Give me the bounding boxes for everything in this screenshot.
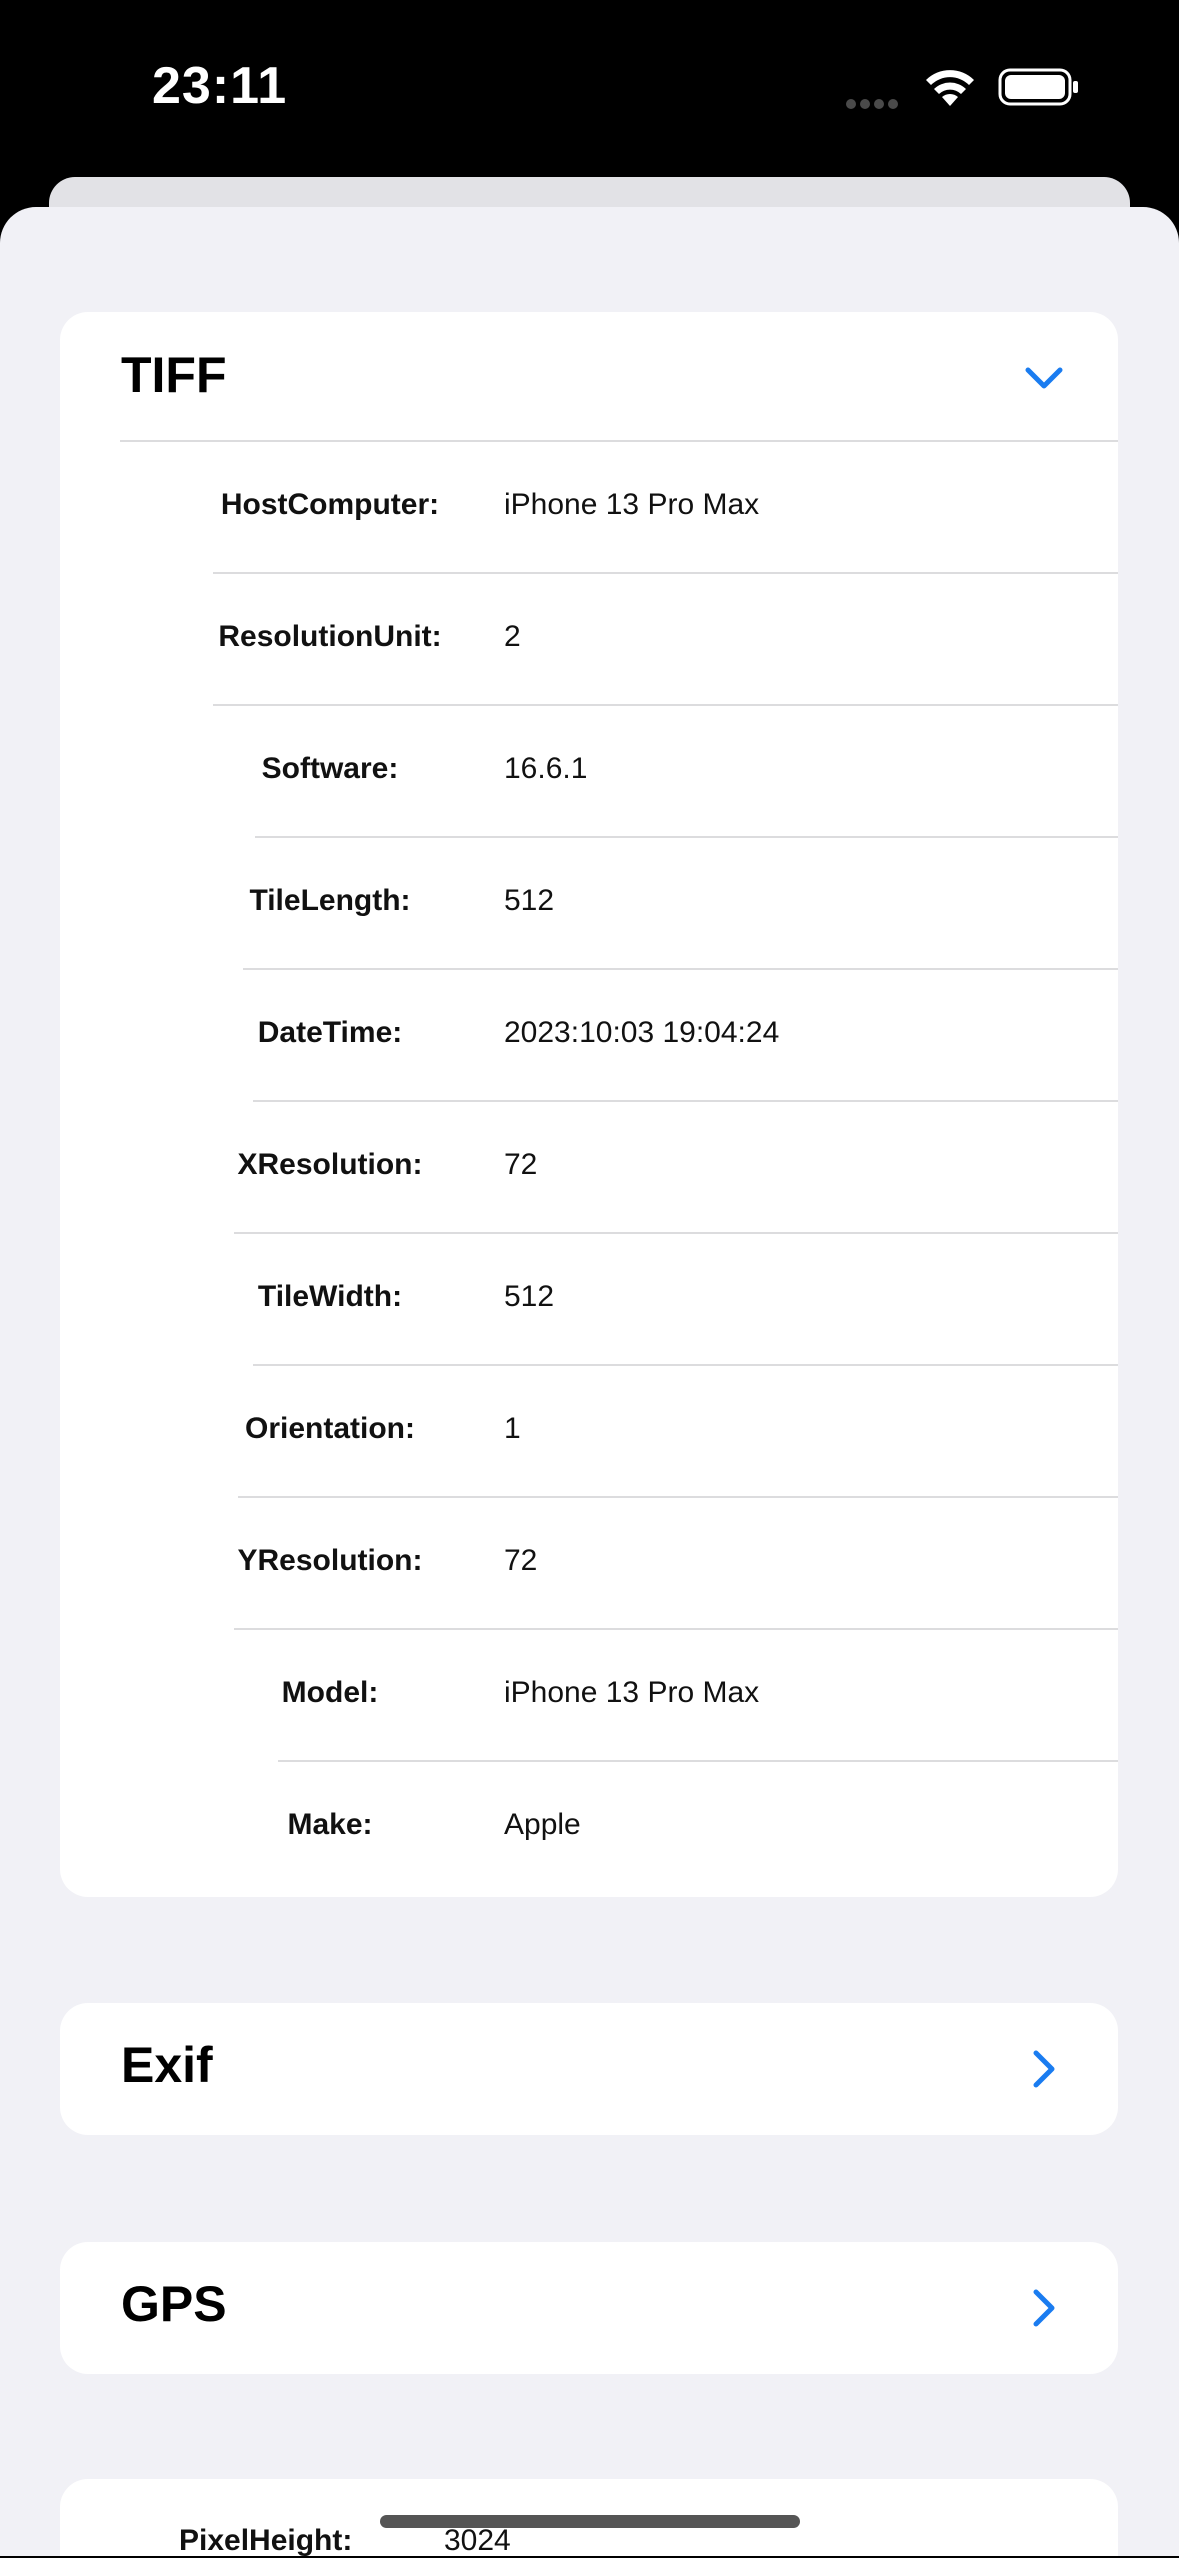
row-label: Software: [261,752,399,785]
row-label: Orientation: [245,1412,415,1445]
row-label: XResolution: [237,1148,423,1181]
row-value: 2 [504,620,521,653]
section-title-gps: GPS [121,2276,227,2332]
row-value: Apple [504,1808,581,1841]
status-bar: 23:11 [0,0,1179,180]
row-value: iPhone 13 Pro Max [504,488,760,521]
row-value: 2023:10:03 19:04:24 [504,1016,780,1049]
row-value: 72 [504,1148,538,1181]
row-value: 16.6.1 [504,752,588,785]
tiff-row-yresolution: YResolution: 72 [60,1498,1118,1630]
row-label: TileWidth: [257,1280,403,1313]
section-title-exif: Exif [121,2037,213,2093]
tiff-row-model: Model: iPhone 13 Pro Max [60,1630,1118,1762]
section-title-tiff: TIFF [121,347,227,403]
gps-section-card[interactable]: GPS [60,2242,1118,2374]
chevron-down-icon[interactable] [1022,356,1066,400]
cellular-dots-icon [846,96,902,114]
tiff-row-software: Software: 16.6.1 [60,706,1118,838]
tiff-row-hostcomputer: HostComputer: iPhone 13 Pro Max [60,442,1118,574]
tiff-row-tilelength: TileLength: 512 [60,838,1118,970]
row-label: Model: [281,1676,379,1709]
row-label: ResolutionUnit: [218,620,442,653]
tiff-row-tilewidth: TileWidth: 512 [60,1234,1118,1366]
chevron-right-icon[interactable] [1022,2286,1066,2330]
chevron-right-icon[interactable] [1022,2047,1066,2091]
metadata-sheet: TIFF HostComputer: iPhone 13 Pro Max Res… [0,207,1179,2556]
tiff-row-xresolution: XResolution: 72 [60,1102,1118,1234]
tiff-section-card: TIFF HostComputer: iPhone 13 Pro Max Res… [60,312,1118,1897]
wifi-icon [926,70,974,106]
row-label-pixelheight: PixelHeight: [179,2524,353,2557]
battery-icon [998,68,1078,106]
row-label: YResolution: [237,1544,423,1577]
tiff-row-resolutionunit: ResolutionUnit: 2 [60,574,1118,706]
tiff-row-make: Make: Apple [60,1762,1118,1894]
row-label: TileLength: [249,884,411,917]
row-value: 72 [504,1544,538,1577]
exif-section-card[interactable]: Exif [60,2003,1118,2135]
row-value: iPhone 13 Pro Max [504,1676,760,1709]
row-label: DateTime: [257,1016,403,1049]
row-value: 1 [504,1412,521,1445]
row-value: 512 [504,884,555,917]
home-indicator[interactable] [380,2515,800,2528]
row-label: HostComputer: [220,488,440,521]
row-label: Make: [287,1808,373,1841]
row-value: 512 [504,1280,555,1313]
tiff-row-orientation: Orientation: 1 [60,1366,1118,1498]
tiff-section-header[interactable]: TIFF [60,312,1118,442]
row-value-pixelheight: 3024 [444,2524,511,2557]
tiff-row-datetime: DateTime: 2023:10:03 19:04:24 [60,970,1118,1102]
